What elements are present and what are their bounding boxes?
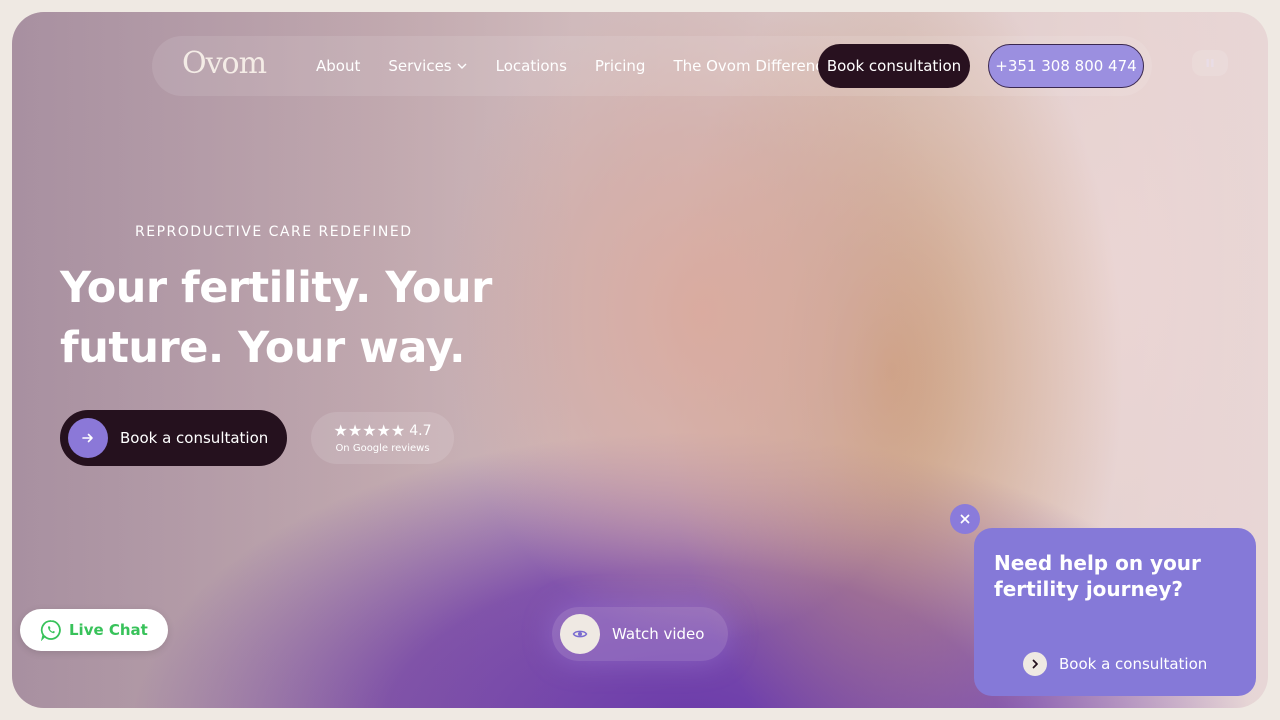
nav-link-services[interactable]: Services [388,57,467,75]
nav-link-pricing[interactable]: Pricing [595,57,646,75]
pause-video-button[interactable] [1192,50,1228,76]
help-book-consultation-label: Book a consultation [1059,655,1208,673]
eye-icon [572,630,588,638]
rating-score: 4.7 [409,422,432,439]
live-chat-label: Live Chat [69,621,148,639]
chevron-right-icon [1032,659,1038,669]
phone-button[interactable]: +351 308 800 474 [988,44,1144,88]
help-popup-title: Need help on your fertility journey? [994,551,1201,601]
chevron-circle [1023,652,1047,676]
nav-links: About Services Locations Pricing The Ovo… [316,36,861,96]
whatsapp-icon [40,620,61,641]
hero-eyebrow: REPRODUCTIVE CARE REDEFINED [135,224,413,240]
rating-source: On Google reviews [335,443,430,454]
watch-video-label: Watch video [612,625,705,643]
star-icons: ★★★★★ [333,421,406,440]
chevron-down-icon [457,63,467,69]
google-rating-badge[interactable]: ★★★★★ 4.7 On Google reviews [311,412,454,464]
main-navigation: Ovom About Services Locations Pricing Th… [152,36,1152,96]
arrow-right-icon [82,433,93,443]
live-chat-button[interactable]: Live Chat [20,609,168,651]
help-popup: Need help on your fertility journey? Boo… [974,528,1256,696]
book-a-consultation-label: Book a consultation [120,429,269,447]
book-consultation-button[interactable]: Book consultation [818,44,970,88]
logo[interactable]: Ovom [182,46,267,81]
eye-circle [560,614,600,654]
book-a-consultation-button[interactable]: Book a consultation [60,410,287,466]
pause-icon [1206,59,1214,67]
rating-row: ★★★★★ 4.7 [311,421,454,440]
nav-link-locations[interactable]: Locations [496,57,567,75]
hero-headline: Your fertility. Your future. Your way. [60,263,492,373]
help-book-consultation-link[interactable]: Book a consultation [1023,652,1207,676]
nav-link-ovom-difference[interactable]: The Ovom Difference [673,57,832,75]
close-icon [960,514,970,524]
close-popup-button[interactable] [950,504,980,534]
watch-video-button[interactable]: Watch video [552,607,728,661]
nav-link-about[interactable]: About [316,57,360,75]
arrow-circle [68,418,108,458]
nav-link-services-label: Services [388,57,452,75]
